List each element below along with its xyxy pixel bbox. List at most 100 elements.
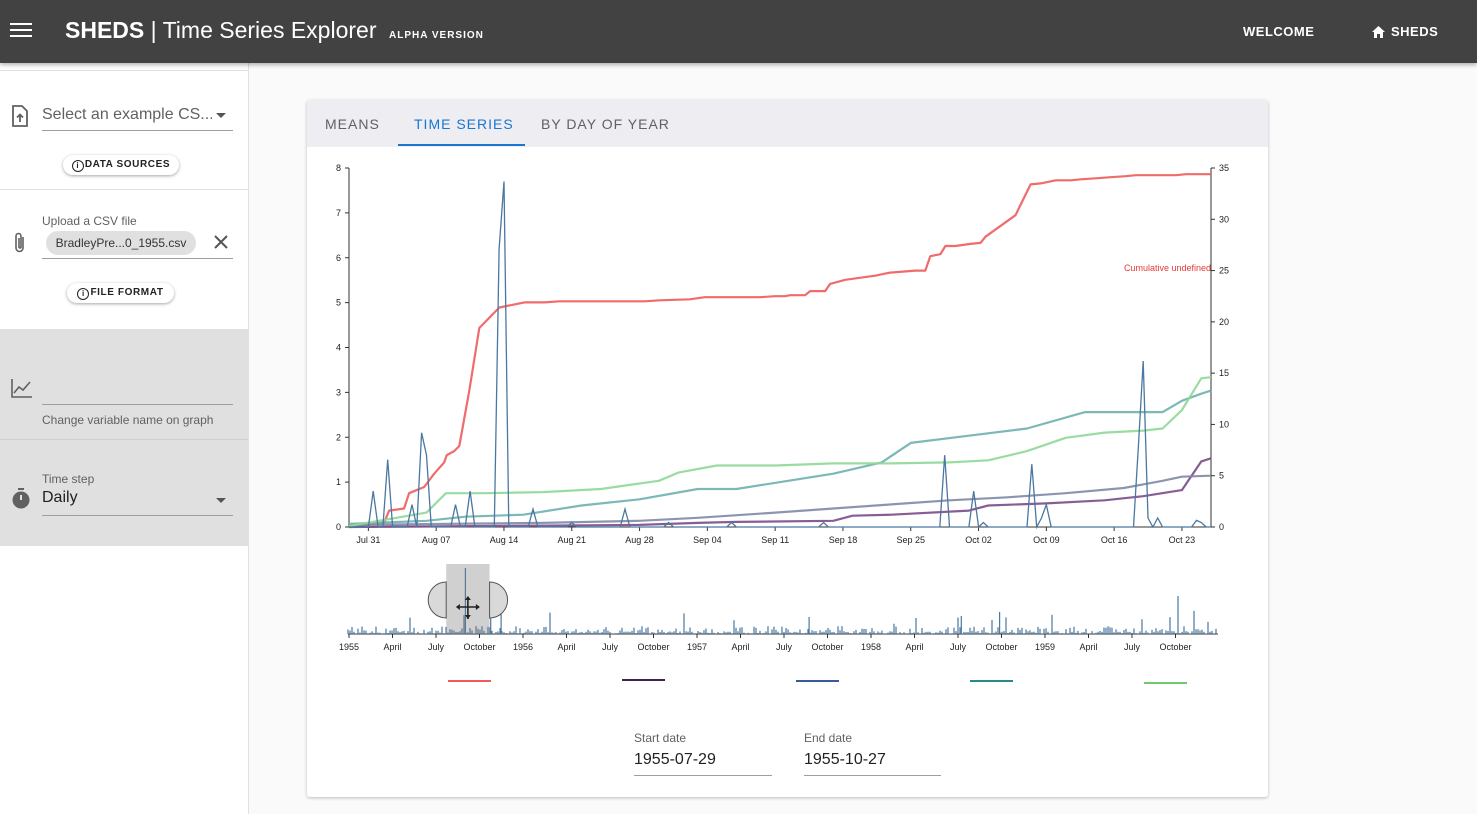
- x-tick-label: Aug 14: [490, 535, 519, 545]
- sidebar: Select an example CS... i DATA SOURCES Up…: [0, 63, 249, 814]
- file-format-label: FILE FORMAT: [90, 287, 164, 298]
- input-underline: [804, 775, 941, 776]
- y-tick-label-left: 7: [336, 208, 341, 218]
- tab-means[interactable]: MEANS: [325, 116, 380, 132]
- y-tick-label-right: 10: [1219, 419, 1229, 429]
- variable-name-help: Change variable name on graph: [42, 413, 214, 427]
- welcome-button[interactable]: WELCOME: [1243, 24, 1314, 39]
- example-csv-select[interactable]: Select an example CS...: [42, 106, 212, 124]
- stopwatch-icon: [12, 488, 30, 509]
- x-tick-label: Sep 25: [896, 535, 925, 545]
- navigator-tick-label: July: [602, 642, 619, 652]
- data-sources-label: DATA SOURCES: [84, 159, 171, 170]
- series-line-0: [348, 173, 1211, 529]
- active-tab-indicator: [398, 144, 525, 146]
- legend: [307, 675, 1268, 687]
- x-tick-label: Oct 09: [1033, 535, 1060, 545]
- timestep-select[interactable]: Daily: [42, 489, 78, 507]
- y-tick-label-left: 8: [336, 163, 341, 173]
- alpha-badge: ALPHA VERSION: [389, 30, 484, 41]
- x-tick-label: Oct 02: [965, 535, 992, 545]
- timestep-section: Time step Daily: [0, 440, 248, 546]
- legend-swatch[interactable]: [796, 680, 839, 682]
- y-tick-label-left: 3: [336, 387, 341, 397]
- chart-card: MEANS TIME SERIES BY DAY OF YEAR 0 1 2 3 4 5 6…: [307, 100, 1268, 797]
- navigator-tick-label: 1955: [339, 642, 359, 652]
- y-tick-label-right: 30: [1219, 214, 1229, 224]
- cumulative-label: Cumulative undefined: [1124, 263, 1211, 273]
- chevron-down-icon[interactable]: [216, 113, 226, 118]
- range-brush[interactable]: [427, 564, 509, 634]
- y-tick-label-left: 1: [336, 477, 341, 487]
- sheds-label: SHEDS: [1391, 24, 1439, 39]
- brush-handle-right[interactable]: [489, 581, 509, 619]
- upload-label: Upload a CSV file: [42, 214, 137, 228]
- legend-swatch[interactable]: [448, 680, 491, 682]
- legend-swatch[interactable]: [1144, 682, 1187, 684]
- y-tick-label-right: 35: [1219, 163, 1229, 173]
- series-line-3: [348, 389, 1212, 525]
- end-date-label: End date: [804, 731, 853, 745]
- navigator-tick-label: October: [463, 642, 495, 652]
- menu-icon[interactable]: [10, 20, 32, 38]
- close-icon[interactable]: [212, 233, 230, 251]
- navigator-tick-label: October: [985, 642, 1017, 652]
- file-format-button[interactable]: i FILE FORMAT: [67, 283, 174, 303]
- uploaded-file-chip[interactable]: BradleyPre...0_1955.csv: [46, 231, 196, 255]
- navigator-tick-label: October: [1159, 642, 1191, 652]
- navigator-tick-label: July: [776, 642, 793, 652]
- navigator-tick-label: 1958: [861, 642, 881, 652]
- x-tick-label: Oct 23: [1169, 535, 1196, 545]
- y-tick-label-right: 20: [1219, 317, 1229, 327]
- x-tick-label: Sep 18: [829, 535, 858, 545]
- navigator-tick-label: April: [731, 642, 749, 652]
- variable-name-section: Change variable name on graph: [0, 329, 248, 439]
- title-separator: |: [150, 17, 157, 43]
- brush-handle-left[interactable]: [427, 581, 447, 619]
- x-tick-label: Aug 28: [625, 535, 654, 545]
- legend-swatch[interactable]: [622, 679, 665, 681]
- tab-by-day-of-year[interactable]: BY DAY OF YEAR: [541, 116, 670, 132]
- navigator-tick-label: April: [383, 642, 401, 652]
- y-tick-label-left: 6: [336, 253, 341, 263]
- navigator-tick-label: April: [557, 642, 575, 652]
- start-date-input[interactable]: 1955-07-29: [634, 751, 772, 769]
- info-icon: i: [71, 160, 84, 172]
- y-tick-label-right: 5: [1219, 471, 1224, 481]
- tab-time-series[interactable]: TIME SERIES: [414, 116, 514, 132]
- timestep-label: Time step: [42, 472, 95, 486]
- x-tick-label: Aug 07: [422, 535, 451, 545]
- navigator-tick-label: July: [950, 642, 967, 652]
- navigator-tick-label: July: [1124, 642, 1141, 652]
- x-tick-label: Aug 21: [557, 535, 586, 545]
- app-title: SHEDS | Time Series Explorer: [65, 17, 376, 44]
- end-date-input[interactable]: 1955-10-27: [804, 751, 941, 769]
- series-line-4: [348, 376, 1212, 528]
- brand-name: SHEDS: [65, 17, 145, 43]
- start-date-field[interactable]: Start date 1955-07-29: [634, 731, 772, 776]
- chevron-down-icon[interactable]: [216, 498, 226, 503]
- navigator-tick-label: 1956: [513, 642, 533, 652]
- home-icon: [1372, 26, 1385, 38]
- y-tick-label-left: 2: [336, 432, 341, 442]
- file-upload-icon: [12, 105, 28, 127]
- y-tick-label-right: 0: [1219, 522, 1224, 532]
- y-tick-label-left: 5: [336, 298, 341, 308]
- x-tick-label: Sep 04: [693, 535, 722, 545]
- upload-underline: [42, 258, 233, 259]
- input-underline: [634, 775, 772, 776]
- tab-bar: MEANS TIME SERIES BY DAY OF YEAR: [307, 100, 1268, 147]
- variable-name-input[interactable]: [42, 377, 233, 397]
- select-underline: [42, 515, 233, 516]
- start-date-label: Start date: [634, 731, 687, 745]
- legend-swatch[interactable]: [970, 680, 1013, 682]
- end-date-field[interactable]: End date 1955-10-27: [804, 731, 941, 776]
- info-icon: i: [77, 288, 90, 300]
- sheds-home-button[interactable]: SHEDS: [1372, 24, 1438, 39]
- line-chart-icon: [11, 379, 32, 398]
- divider: [0, 189, 248, 190]
- data-sources-button[interactable]: i DATA SOURCES: [63, 155, 179, 175]
- time-series-chart[interactable]: 0 1 2 3 4 5 6 7 8 0 5 10 15 20 25 30 35 Jul 31 Aug 07 Aug 1…: [307, 150, 1268, 570]
- range-navigator[interactable]: 1955 April July October 1956 April July October…: [307, 560, 1268, 660]
- page-title: Time Series Explorer: [162, 17, 377, 43]
